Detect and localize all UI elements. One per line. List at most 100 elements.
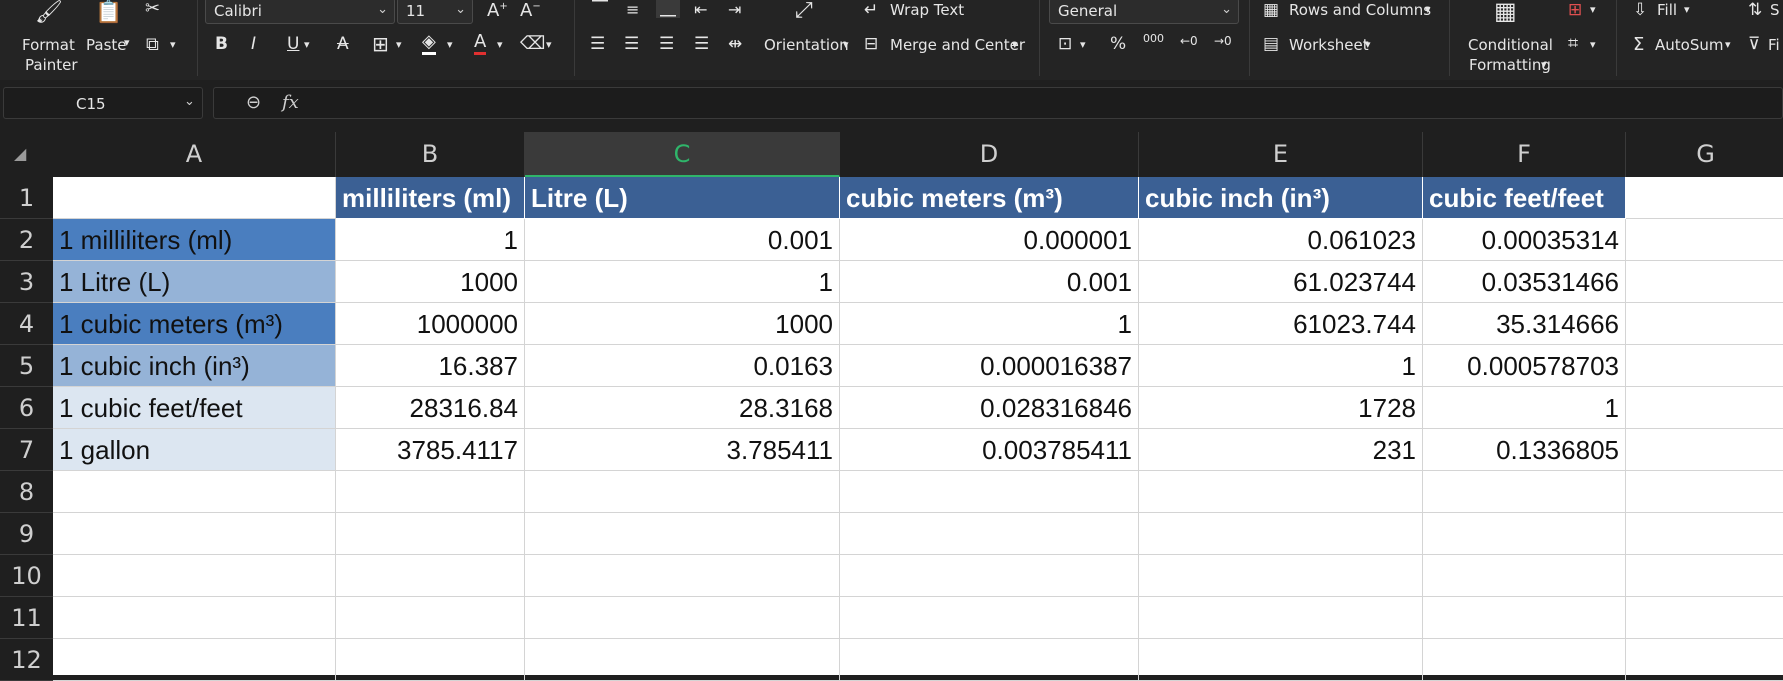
cell-c8[interactable] (525, 471, 840, 513)
column-header-a[interactable]: A (53, 132, 336, 177)
cell-c10[interactable] (525, 555, 840, 597)
decrease-indent-icon[interactable]: ⇤ (694, 0, 707, 19)
underline-chevron-down-icon[interactable]: ▾ (304, 38, 310, 51)
cell-g9[interactable] (1626, 513, 1783, 555)
cell-g1[interactable] (1626, 177, 1783, 219)
align-top-icon[interactable]: ⎺ (592, 0, 608, 18)
cell-b1[interactable]: milliliters (ml) (336, 177, 525, 219)
cell-e9[interactable] (1139, 513, 1423, 555)
crop-chevron-down-icon[interactable]: ▾ (1590, 38, 1596, 51)
fill-color-icon[interactable]: ◈ (422, 32, 436, 55)
orientation-icon[interactable]: ⤢ (795, 0, 813, 22)
conditional-chevron-down-icon[interactable]: ▾ (1541, 58, 1547, 71)
cell-b2[interactable]: 1 (336, 219, 525, 261)
increase-font-size-icon[interactable]: A+ (487, 0, 508, 21)
cell-d6[interactable]: 0.028316846 (840, 387, 1139, 429)
autosum-icon[interactable]: Σ (1633, 34, 1644, 55)
bold-icon[interactable]: B (215, 34, 228, 54)
font-size-dropdown[interactable]: 11 ⌄ (397, 0, 473, 24)
cell-f3[interactable]: 0.03531466 (1423, 261, 1626, 303)
cell-a11[interactable] (53, 597, 336, 639)
cell-g6[interactable] (1626, 387, 1783, 429)
cell-f9[interactable] (1423, 513, 1626, 555)
cell-b11[interactable] (336, 597, 525, 639)
filter-icon[interactable]: ⊽ (1748, 34, 1760, 54)
row-header-2[interactable]: 2 (0, 219, 53, 261)
underline-icon[interactable]: U (287, 34, 299, 54)
worksheet-icon[interactable]: ▤ (1263, 34, 1279, 54)
select-all-triangle-icon[interactable]: ◢ (14, 144, 26, 163)
conditional-formatting-label-2[interactable]: Formatting (1469, 56, 1551, 74)
cell-c3[interactable]: 1 (525, 261, 840, 303)
row-header-10[interactable]: 10 (0, 555, 53, 597)
copy-icon[interactable]: ⧉ (146, 36, 159, 54)
row-header-1[interactable]: 1 (0, 177, 53, 219)
row-header-7[interactable]: 7 (0, 429, 53, 471)
orientation-button[interactable]: Orientation (764, 36, 849, 54)
formula-input[interactable]: ⊖ fx (213, 87, 1783, 119)
cell-g8[interactable] (1626, 471, 1783, 513)
font-color-icon[interactable]: A (474, 32, 487, 55)
cell-f6[interactable]: 1 (1423, 387, 1626, 429)
cell-e10[interactable] (1139, 555, 1423, 597)
column-header-c[interactable]: C (525, 132, 840, 177)
format-painter-label-2[interactable]: Painter (25, 56, 78, 74)
decrease-font-size-icon[interactable]: A− (520, 0, 541, 21)
cell-c9[interactable] (525, 513, 840, 555)
cell-c1[interactable]: Litre (L) (525, 177, 840, 219)
cell-f10[interactable] (1423, 555, 1626, 597)
percent-icon[interactable]: % (1110, 34, 1126, 54)
format-painter-label-1[interactable]: Format (22, 36, 75, 54)
clear-formatting-icon[interactable]: ⌫ (520, 33, 545, 54)
conditional-formatting-label-1[interactable]: Conditional (1468, 36, 1553, 54)
cell-d7[interactable]: 0.003785411 (840, 429, 1139, 471)
rows-columns-button[interactable]: Rows and Columns (1289, 1, 1431, 19)
borders-chevron-down-icon[interactable]: ▾ (396, 38, 402, 51)
accounting-chevron-down-icon[interactable]: ▾ (1080, 38, 1086, 51)
autosum-chevron-down-icon[interactable]: ▾ (1725, 38, 1731, 51)
cell-f11[interactable] (1423, 597, 1626, 639)
paste-chevron-down-icon[interactable]: ▾ (124, 36, 130, 49)
cell-d10[interactable] (840, 555, 1139, 597)
row-header-5[interactable]: 5 (0, 345, 53, 387)
cell-d1[interactable]: cubic meters (m³) (840, 177, 1139, 219)
cell-e2[interactable]: 0.061023 (1139, 219, 1423, 261)
cell-f1[interactable]: cubic feet/feet (1423, 177, 1626, 219)
decrease-decimal-icon[interactable]: →0 (1214, 34, 1232, 48)
justify-icon[interactable]: ☰ (694, 34, 709, 54)
filter-button[interactable]: Fi (1768, 36, 1780, 54)
fill-color-chevron-down-icon[interactable]: ▾ (447, 38, 453, 51)
italic-icon[interactable]: I (251, 34, 256, 54)
cell-a9[interactable] (53, 513, 336, 555)
fill-chevron-down-icon[interactable]: ▾ (1684, 3, 1690, 16)
align-bottom-icon[interactable]: ⎽ (656, 0, 681, 18)
wrap-text-icon[interactable]: ↵ (864, 0, 878, 20)
select-all-corner[interactable]: ◢ (0, 132, 53, 177)
cell-b3[interactable]: 1000 (336, 261, 525, 303)
cell-f8[interactable] (1423, 471, 1626, 513)
increase-decimal-icon[interactable]: ←0 (1180, 34, 1198, 48)
cell-e1[interactable]: cubic inch (in³) (1139, 177, 1423, 219)
distributed-icon[interactable]: ⇹ (728, 34, 742, 54)
column-header-e[interactable]: E (1139, 132, 1423, 177)
row-header-9[interactable]: 9 (0, 513, 53, 555)
row-header-6[interactable]: 6 (0, 387, 53, 429)
cell-g3[interactable] (1626, 261, 1783, 303)
number-format-dropdown[interactable]: General ⌄ (1049, 0, 1239, 24)
font-name-dropdown[interactable]: Calibri ⌄ (205, 0, 395, 24)
cell-b8[interactable] (336, 471, 525, 513)
cell-f2[interactable]: 0.00035314 (1423, 219, 1626, 261)
worksheet-button[interactable]: Worksheet (1289, 36, 1369, 54)
cell-b9[interactable] (336, 513, 525, 555)
cell-style-chevron-down-icon[interactable]: ▾ (1590, 3, 1596, 16)
cell-c2[interactable]: 0.001 (525, 219, 840, 261)
row-header-3[interactable]: 3 (0, 261, 53, 303)
cell-a8[interactable] (53, 471, 336, 513)
cell-c7[interactable]: 3.785411 (525, 429, 840, 471)
cell-c5[interactable]: 0.0163 (525, 345, 840, 387)
zoom-formula-icon[interactable]: ⊖ (246, 92, 261, 113)
cell-d5[interactable]: 0.000016387 (840, 345, 1139, 387)
cell-e4[interactable]: 61023.744 (1139, 303, 1423, 345)
accounting-format-icon[interactable]: ⊡ (1058, 34, 1072, 54)
cell-d11[interactable] (840, 597, 1139, 639)
